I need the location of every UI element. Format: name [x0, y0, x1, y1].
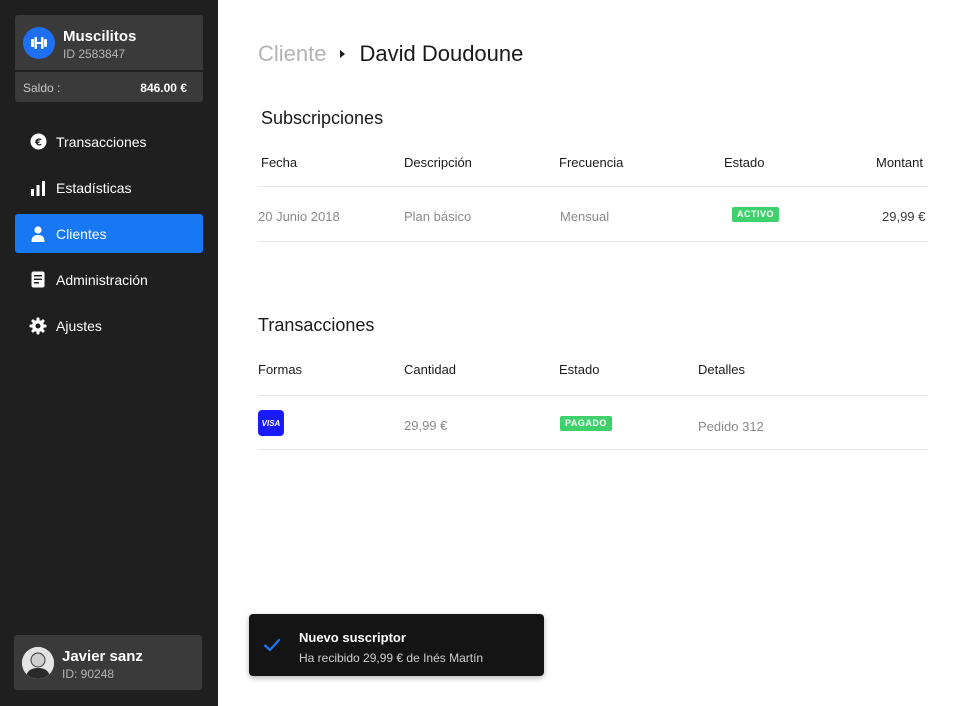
sidebar: Muscilitos ID 2583847 Saldo : 846.00 € €… [0, 0, 218, 706]
cell-detalles: Pedido 312 [698, 419, 764, 434]
sidebar-item-label: Transacciones [56, 133, 147, 150]
page-title: David Doudoune [359, 41, 524, 66]
bar-chart-icon [29, 179, 47, 197]
column-header-cantidad: Cantidad [404, 362, 457, 377]
column-header-estado: Estado [559, 362, 600, 377]
avatar [22, 647, 54, 679]
dumbbell-icon [23, 27, 55, 59]
sidebar-item-label: Estadísticas [56, 179, 132, 196]
svg-text:€: € [34, 137, 42, 148]
cell-cantidad: 29,99 € [404, 418, 448, 433]
transactions-title: Transacciones [258, 315, 375, 335]
column-header-frecuencia: Frecuencia [559, 155, 624, 170]
toast-notification[interactable]: Nuevo suscriptor Ha recibido 29,99 € de … [249, 614, 544, 676]
sidebar-item-transacciones[interactable]: € Transacciones [15, 122, 203, 161]
user-card[interactable]: Javier sanz ID: 90248 [14, 635, 202, 690]
column-header-estado: Estado [724, 155, 765, 170]
breadcrumb: Cliente David Doudoune [258, 41, 523, 67]
euro-icon: € [29, 133, 47, 151]
balance-label: Saldo : [23, 81, 61, 95]
user-name: Javier sanz [62, 648, 143, 665]
balance-value: 846.00 € [140, 81, 187, 95]
divider [258, 186, 928, 187]
sidebar-item-label: Administración [56, 271, 148, 288]
subscriptions-title: Subscripciones [261, 108, 384, 128]
sidebar-item-label: Clientes [56, 225, 107, 242]
gear-icon [29, 317, 47, 335]
column-header-montant: Montant [876, 155, 923, 170]
divider [258, 395, 928, 396]
breadcrumb-parent[interactable]: Cliente [258, 41, 326, 67]
toast-message: Ha recibido 29,99 € de Inés Martín [299, 651, 484, 665]
sidebar-item-label: Ajustes [56, 317, 102, 334]
divider [258, 449, 928, 450]
column-header-descripcion: Descripción [404, 155, 472, 170]
account-id: ID 2583847 [63, 47, 126, 61]
column-header-formas: Formas [258, 362, 303, 377]
sidebar-item-clientes[interactable]: Clientes [15, 214, 203, 253]
divider [258, 241, 928, 242]
cell-montant: 29,99 € [882, 209, 926, 224]
column-header-fecha: Fecha [261, 155, 298, 170]
user-icon [29, 225, 47, 243]
sidebar-item-administracion[interactable]: Administración [15, 260, 203, 299]
main-content: Cliente David Doudoune Subscripciones Fe… [218, 0, 968, 706]
caret-right-icon [340, 50, 346, 58]
user-id: ID: 90248 [62, 667, 115, 681]
visa-card-icon: VISA [258, 410, 284, 436]
account-name: Muscilitos [63, 28, 137, 45]
balance-bar: Saldo : 846.00 € [15, 72, 203, 102]
document-icon [29, 271, 47, 289]
cell-frecuencia: Mensual [560, 209, 610, 224]
status-badge: ACTIVO [732, 207, 780, 222]
sidebar-item-estadisticas[interactable]: Estadísticas [15, 168, 203, 207]
toast-title: Nuevo suscriptor [299, 630, 406, 645]
sidebar-nav: € Transacciones Estadísticas Clientes Ad… [15, 122, 203, 352]
checkmark-icon [263, 636, 281, 654]
sidebar-item-ajustes[interactable]: Ajustes [15, 306, 203, 345]
status-badge: PAGADO [560, 416, 612, 431]
cell-descripcion: Plan básico [404, 209, 472, 224]
column-header-detalles: Detalles [698, 362, 745, 377]
account-card[interactable]: Muscilitos ID 2583847 [15, 15, 203, 70]
cell-fecha: 20 Junio 2018 [258, 209, 340, 224]
